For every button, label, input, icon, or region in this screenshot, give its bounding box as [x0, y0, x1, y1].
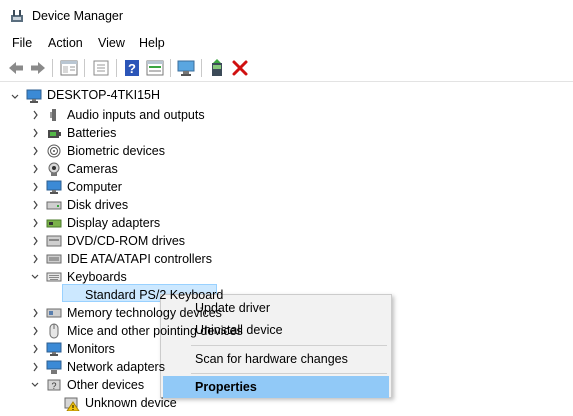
chevron-right-icon[interactable] [30, 178, 40, 196]
context-separator [191, 345, 387, 346]
chevron-right-icon[interactable] [30, 322, 40, 340]
chevron-right-icon[interactable] [30, 196, 40, 214]
context-scan-hardware[interactable]: Scan for hardware changes [163, 348, 389, 370]
chevron-right-icon[interactable] [30, 160, 40, 178]
window-title: Device Manager [32, 9, 124, 23]
tree-category-other-devices[interactable]: Other devices [67, 378, 144, 392]
properties-icon[interactable] [59, 59, 79, 77]
tree-category-monitors[interactable]: Monitors [67, 342, 115, 356]
svg-text:?: ? [51, 381, 56, 391]
chevron-right-icon[interactable] [30, 340, 40, 358]
tree-category-biometric-devices[interactable]: Biometric devices [67, 144, 165, 158]
tree-category-keyboards[interactable]: Keyboards [67, 270, 127, 284]
tree-category-mice-and-other-pointing-devices[interactable]: Mice and other pointing devices [67, 324, 243, 338]
tree-category-memory-technology-devices[interactable]: Memory technology devices [67, 306, 222, 320]
chevron-right-icon[interactable] [30, 304, 40, 322]
computer-icon [46, 180, 62, 194]
svg-text:?: ? [128, 61, 136, 76]
help-icon[interactable]: ? [122, 59, 142, 77]
tree-category-display-adapters[interactable]: Display adapters [67, 216, 160, 230]
context-separator [191, 373, 387, 374]
chevron-right-icon[interactable] [30, 358, 40, 376]
menu-file[interactable]: File [12, 36, 32, 50]
chevron-right-icon[interactable] [30, 106, 40, 124]
chevron-right-icon[interactable] [30, 214, 40, 232]
keyboard-icon [46, 272, 62, 282]
display-adapter-icon [46, 219, 62, 228]
monitor-icon [46, 342, 62, 356]
tree-category-audio-inputs-and-outputs[interactable]: Audio inputs and outputs [67, 108, 205, 122]
mouse-icon [49, 323, 59, 339]
device-manager-icon [11, 10, 23, 22]
battery-icon [48, 130, 61, 138]
menu-action[interactable]: Action [48, 36, 83, 50]
chevron-down-icon[interactable] [10, 88, 20, 106]
chevron-right-icon[interactable] [30, 232, 40, 250]
computer-icon [26, 89, 42, 103]
view-icon[interactable] [145, 59, 165, 77]
disk-drive-icon [46, 201, 62, 210]
chevron-right-icon[interactable] [30, 142, 40, 160]
tree-category-dvd-cd-rom-drives[interactable]: DVD/CD-ROM drives [67, 234, 185, 248]
tree-category-cameras[interactable]: Cameras [67, 162, 118, 176]
tree-category-batteries[interactable]: Batteries [67, 126, 116, 140]
add-driver-icon[interactable] [207, 59, 227, 77]
speaker-icon [50, 109, 56, 121]
back-icon[interactable] [6, 59, 26, 77]
uninstall-icon[interactable] [230, 59, 250, 77]
chevron-right-icon[interactable] [30, 124, 40, 142]
ide-controller-icon [46, 254, 62, 264]
network-icon [46, 360, 62, 374]
update-driver-icon[interactable] [91, 59, 111, 77]
tree-category-ide-ata-atapi-controllers[interactable]: IDE ATA/ATAPI controllers [67, 252, 212, 266]
tree-category-disk-drives[interactable]: Disk drives [67, 198, 128, 212]
forward-icon[interactable] [28, 59, 48, 77]
chevron-down-icon[interactable] [30, 268, 40, 286]
context-properties[interactable]: Properties [163, 376, 389, 398]
fingerprint-icon [47, 144, 61, 158]
toolbar: ? [0, 54, 573, 82]
menu-bar: File Action View Help [0, 34, 573, 52]
tree-category-network-adapters[interactable]: Network adapters [67, 360, 165, 374]
menu-help[interactable]: Help [139, 36, 165, 50]
other-devices-icon: ? [47, 379, 61, 391]
title-bar: Device Manager [0, 0, 573, 32]
tree-category-computer[interactable]: Computer [67, 180, 122, 194]
tree-device-unknown-device[interactable]: Unknown device [85, 396, 177, 410]
dvd-drive-icon [46, 235, 62, 247]
memory-icon [46, 308, 62, 318]
scan-hardware-icon[interactable] [176, 59, 196, 77]
tree-root-label[interactable]: DESKTOP-4TKI15H [47, 88, 160, 102]
camera-icon [48, 162, 60, 176]
warning-device-icon [64, 397, 80, 411]
chevron-down-icon[interactable] [30, 376, 40, 394]
menu-view[interactable]: View [98, 36, 125, 50]
tree-device-standard-ps-2-keyboard[interactable]: Standard PS/2 Keyboard [85, 288, 223, 302]
chevron-right-icon[interactable] [30, 250, 40, 268]
